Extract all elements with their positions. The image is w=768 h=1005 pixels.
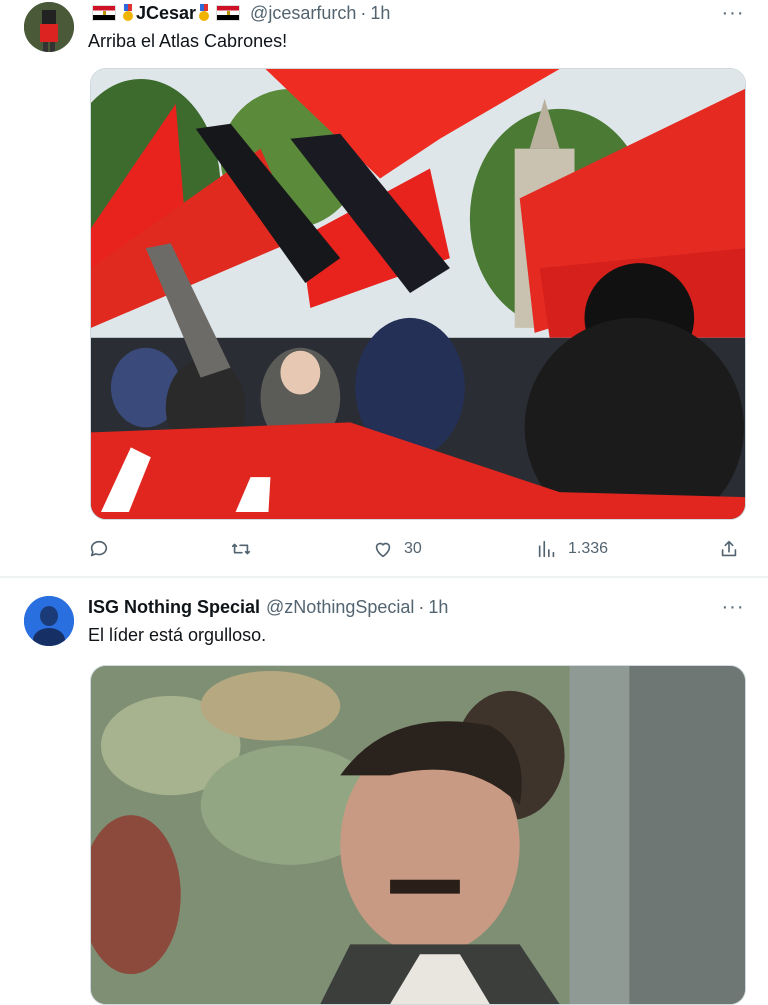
user-handle[interactable]: @jcesarfurch xyxy=(250,3,356,24)
view-count: 1.336 xyxy=(568,540,609,557)
tweet-header: JCesar @jcesarfurch · 1h xyxy=(88,0,390,26)
display-name[interactable]: JCesar xyxy=(136,3,196,24)
tweet-header: ISG Nothing Special @zNothingSpecial · 1… xyxy=(88,594,448,620)
more-icon[interactable]: ··· xyxy=(720,0,746,26)
egypt-flag-icon xyxy=(216,5,241,21)
tweet-2[interactable]: ISG Nothing Special @zNothingSpecial · 1… xyxy=(0,578,768,1005)
user-handle[interactable]: @zNothingSpecial xyxy=(266,597,414,618)
analytics-icon xyxy=(538,540,555,558)
avatar[interactable] xyxy=(24,596,74,646)
share-icon xyxy=(721,540,737,557)
retweet-icon xyxy=(231,543,251,555)
like-button[interactable]: 30 xyxy=(372,536,422,562)
timestamp[interactable]: 1h xyxy=(428,597,448,618)
retweet-button[interactable] xyxy=(230,536,262,562)
timestamp[interactable]: 1h xyxy=(370,3,390,24)
tweet-1[interactable]: JCesar @jcesarfurch · 1h ··· Arriba el A… xyxy=(0,0,768,576)
like-count: 30 xyxy=(404,540,422,557)
avatar[interactable] xyxy=(24,2,74,52)
tweet-actions: 30 1.336 xyxy=(88,536,744,562)
medal-icon xyxy=(198,4,210,22)
medal-icon xyxy=(122,4,134,22)
photo-film-still xyxy=(91,666,745,1004)
photo-protest xyxy=(91,69,745,519)
more-icon[interactable]: ··· xyxy=(720,594,746,620)
avatar-image xyxy=(24,596,74,646)
share-button[interactable] xyxy=(718,536,740,562)
separator-dot: · xyxy=(360,2,367,23)
tweet-text: El líder está orgulloso. xyxy=(88,625,267,645)
views-button[interactable]: 1.336 xyxy=(536,536,608,562)
display-name[interactable]: ISG Nothing Special xyxy=(88,597,260,618)
tweet-image[interactable] xyxy=(90,665,746,1005)
heart-icon xyxy=(375,542,391,558)
tweet-text: Arriba el Atlas Cabrones! xyxy=(88,31,288,51)
tweet-image[interactable] xyxy=(90,68,746,520)
egypt-flag-icon xyxy=(92,5,116,21)
separator-dot: · xyxy=(418,596,425,617)
avatar-image xyxy=(24,2,74,52)
reply-button[interactable] xyxy=(88,536,120,562)
comment-icon xyxy=(90,540,108,557)
